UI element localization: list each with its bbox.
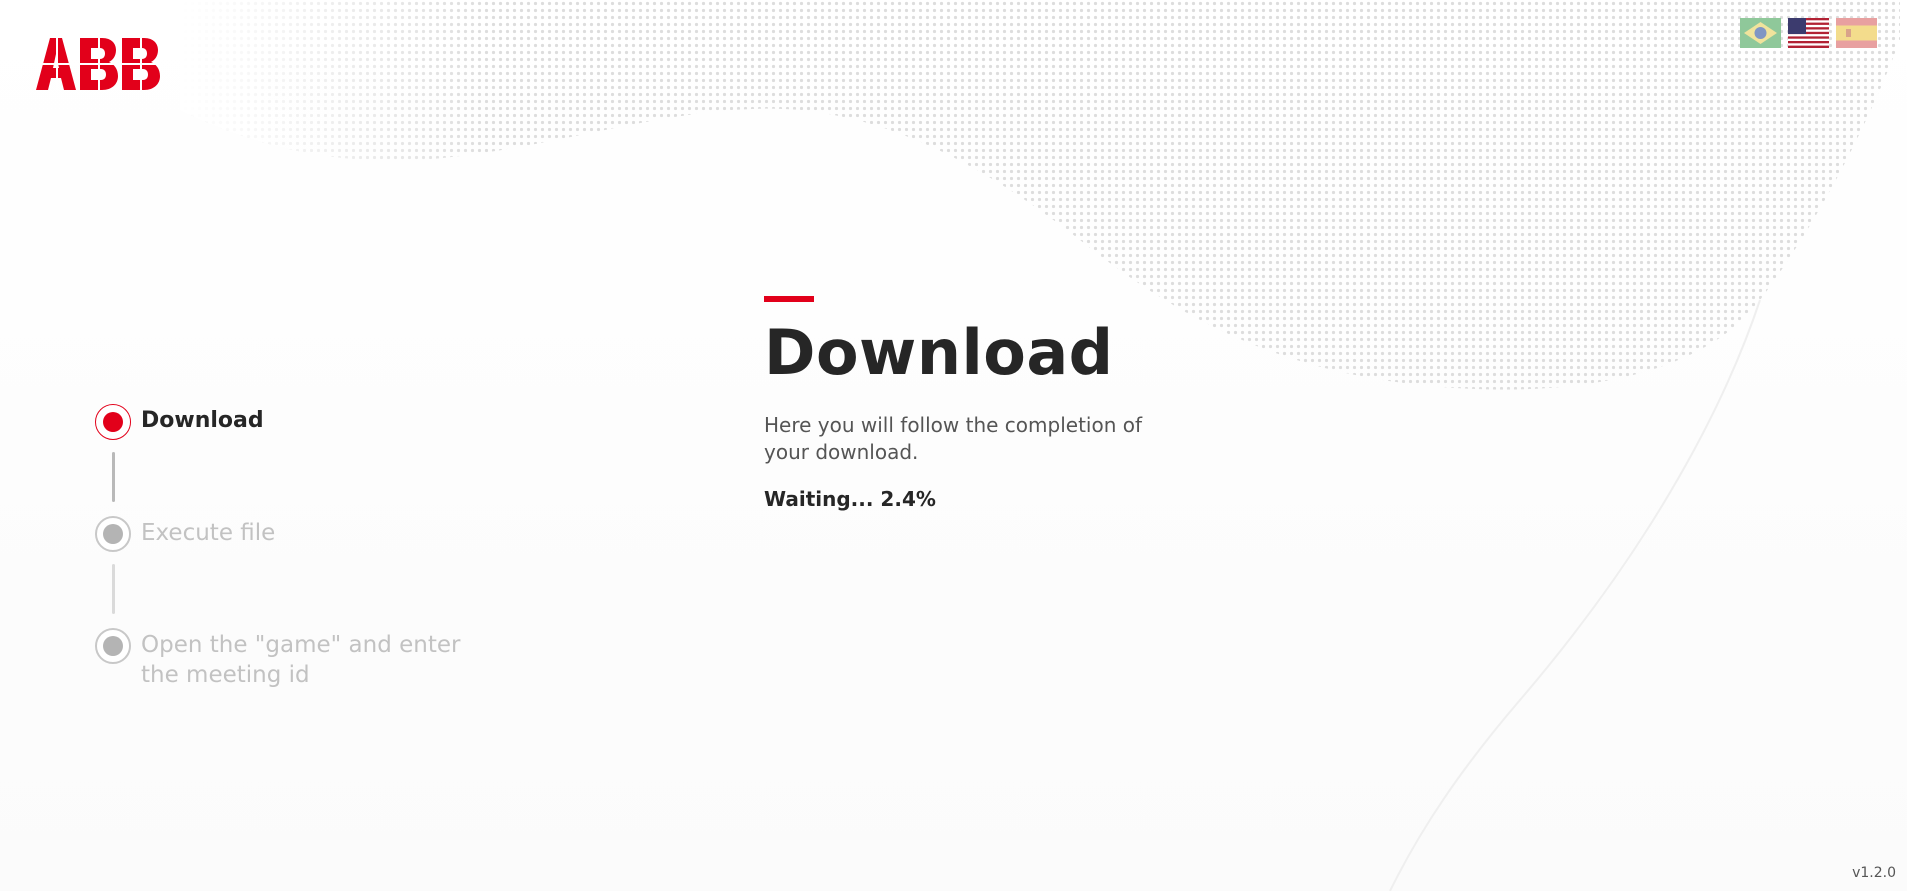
flag-spain-icon[interactable] <box>1836 18 1877 48</box>
step-download: Download <box>95 404 495 440</box>
main-content: Download Here you will follow the comple… <box>764 296 1184 512</box>
step-label: Open the "game" and enter the meeting id <box>141 632 461 688</box>
version-label: v1.2.0 <box>1852 865 1896 881</box>
page-title: Download <box>764 316 1114 389</box>
download-status: Waiting... 2.4% <box>764 487 936 511</box>
abb-logo <box>36 38 162 90</box>
step-label: Download <box>141 408 264 433</box>
step-label: Execute file <box>141 520 276 546</box>
flag-usa-icon[interactable] <box>1788 18 1829 48</box>
step-pending-indicator-icon <box>95 628 131 664</box>
step-pending-indicator-icon <box>95 516 131 552</box>
step-active-indicator-icon <box>95 404 131 440</box>
language-switcher <box>1740 18 1877 48</box>
flag-brazil-icon[interactable] <box>1740 18 1781 48</box>
page-description: Here you will follow the completion of y… <box>764 413 1143 464</box>
step-execute-file: Execute file <box>95 516 495 552</box>
step-open-game: Open the "game" and enter the meeting id <box>95 628 495 690</box>
step-connector <box>112 564 115 614</box>
title-accent-bar <box>764 296 814 302</box>
download-page: Download Execute file Open the "game" an… <box>0 0 1907 891</box>
progress-stepper: Download Execute file Open the "game" an… <box>95 404 495 690</box>
step-connector <box>112 452 115 502</box>
